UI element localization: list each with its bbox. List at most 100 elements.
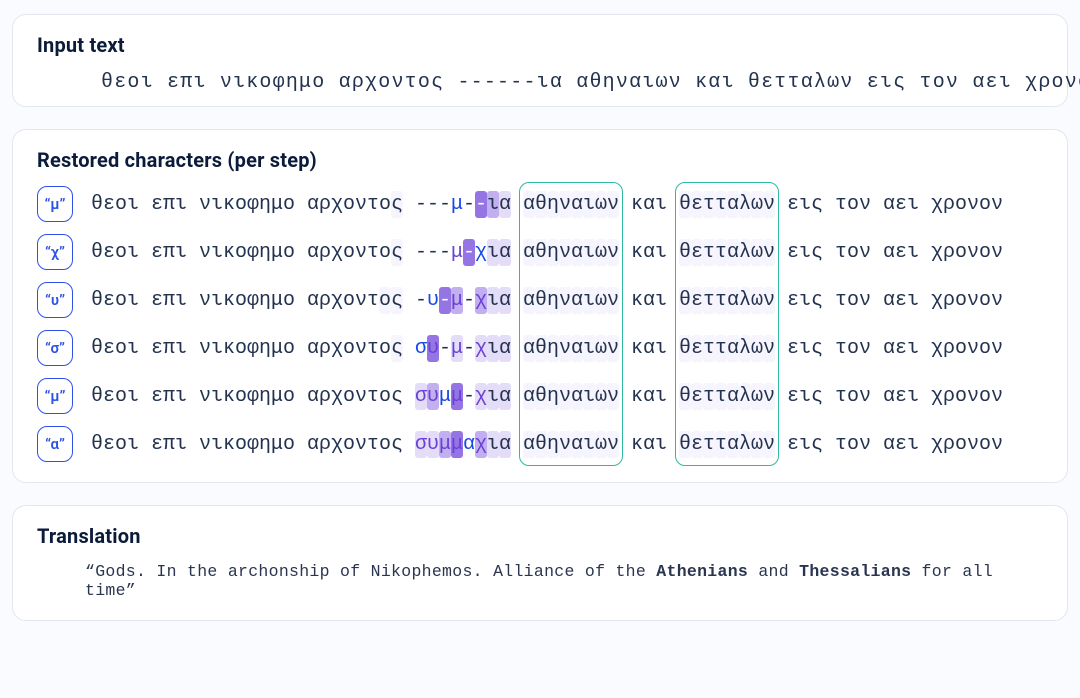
restored-char: ι <box>487 383 499 410</box>
char: τ <box>835 239 847 266</box>
char: ι <box>127 191 139 218</box>
char: ν <box>763 191 775 218</box>
restoration-line: θεοιεπινικοφημοαρχοντος---μ-χιααθηναιωνκ… <box>91 239 1003 266</box>
char: θ <box>679 191 691 218</box>
translation-bold-2: Thessalians <box>799 562 911 581</box>
char: α <box>727 383 739 410</box>
char: ι <box>907 335 919 362</box>
translation-pre: “Gods. In the archonship of Nikophemos. … <box>85 562 656 581</box>
restoration-row: “μ”θεοιεπινικοφημοαρχοντοςσυμμ-χιααθηναι… <box>37 378 1043 414</box>
char: θ <box>535 287 547 314</box>
char: ν <box>559 191 571 218</box>
char: ι <box>907 239 919 266</box>
word: και <box>631 289 667 312</box>
char: ν <box>559 335 571 362</box>
char: τ <box>703 287 715 314</box>
restored-segment: συμμ-χια <box>415 385 511 408</box>
char: α <box>643 383 655 410</box>
word: νικοφημο <box>199 193 295 216</box>
word: αθηναιων <box>523 193 619 216</box>
char: ε <box>103 239 115 266</box>
char: θ <box>535 383 547 410</box>
word: χρονον <box>931 385 1003 408</box>
word: νικοφημο <box>199 337 295 360</box>
char: θ <box>91 431 103 458</box>
char: ο <box>379 287 391 314</box>
char: χ <box>331 287 343 314</box>
char: ε <box>691 431 703 458</box>
char: ο <box>115 431 127 458</box>
step-chip: “σ” <box>37 330 73 366</box>
word: επι <box>151 241 187 264</box>
word: αρχοντος <box>307 433 403 456</box>
char: ς <box>391 383 403 410</box>
char: ς <box>391 431 403 458</box>
char: ε <box>895 335 907 362</box>
gap-char: - <box>415 191 427 218</box>
char: τ <box>703 191 715 218</box>
char: ς <box>811 335 823 362</box>
gap-char: - <box>439 335 451 362</box>
char: α <box>307 287 319 314</box>
restored-char: υ <box>427 335 439 362</box>
char: ν <box>763 431 775 458</box>
char: ο <box>379 191 391 218</box>
char: η <box>547 335 559 362</box>
char: ν <box>763 383 775 410</box>
char: τ <box>367 383 379 410</box>
char: ν <box>559 287 571 314</box>
word: τον <box>835 289 871 312</box>
char: ο <box>847 335 859 362</box>
char: κ <box>631 239 643 266</box>
char: τ <box>703 383 715 410</box>
char: ο <box>235 383 247 410</box>
char: ο <box>115 191 127 218</box>
char: α <box>523 335 535 362</box>
char: ρ <box>319 287 331 314</box>
char: θ <box>535 191 547 218</box>
restoration-row: “α”θεοιεπινικοφημοαρχοντοςσυμμαχιααθηναι… <box>37 426 1043 462</box>
char: ο <box>115 287 127 314</box>
restored-char: χ <box>475 431 487 458</box>
char: ι <box>211 287 223 314</box>
word: αει <box>883 433 919 456</box>
char: α <box>307 335 319 362</box>
char: ν <box>859 239 871 266</box>
restoration-row: “χ”θεοιεπινικοφημοαρχοντος---μ-χιααθηναι… <box>37 234 1043 270</box>
char: ο <box>955 287 967 314</box>
char: φ <box>247 287 259 314</box>
char: ς <box>391 239 403 266</box>
char: ε <box>103 431 115 458</box>
char: ν <box>559 431 571 458</box>
word: θετταλων <box>679 433 775 456</box>
char: τ <box>703 239 715 266</box>
char: μ <box>271 431 283 458</box>
char: ι <box>583 239 595 266</box>
char: λ <box>739 383 751 410</box>
gap-char: - <box>439 239 451 266</box>
char: ο <box>235 239 247 266</box>
char: π <box>163 335 175 362</box>
char: ε <box>895 431 907 458</box>
restored-char: χ <box>475 335 487 362</box>
char: η <box>547 287 559 314</box>
char: ν <box>991 239 1003 266</box>
char: ς <box>811 287 823 314</box>
char: ι <box>655 383 667 410</box>
word: τον <box>835 241 871 264</box>
char: χ <box>931 335 943 362</box>
restored-char: ι <box>487 431 499 458</box>
char: ε <box>103 383 115 410</box>
char: ι <box>655 335 667 362</box>
word: εις <box>787 241 823 264</box>
char: μ <box>271 383 283 410</box>
char: α <box>571 191 583 218</box>
restored-char: σ <box>415 335 427 362</box>
char: φ <box>247 335 259 362</box>
word: επι <box>151 385 187 408</box>
char: η <box>259 431 271 458</box>
char: ε <box>787 335 799 362</box>
char: ω <box>595 287 607 314</box>
char: θ <box>91 335 103 362</box>
char: α <box>307 191 319 218</box>
